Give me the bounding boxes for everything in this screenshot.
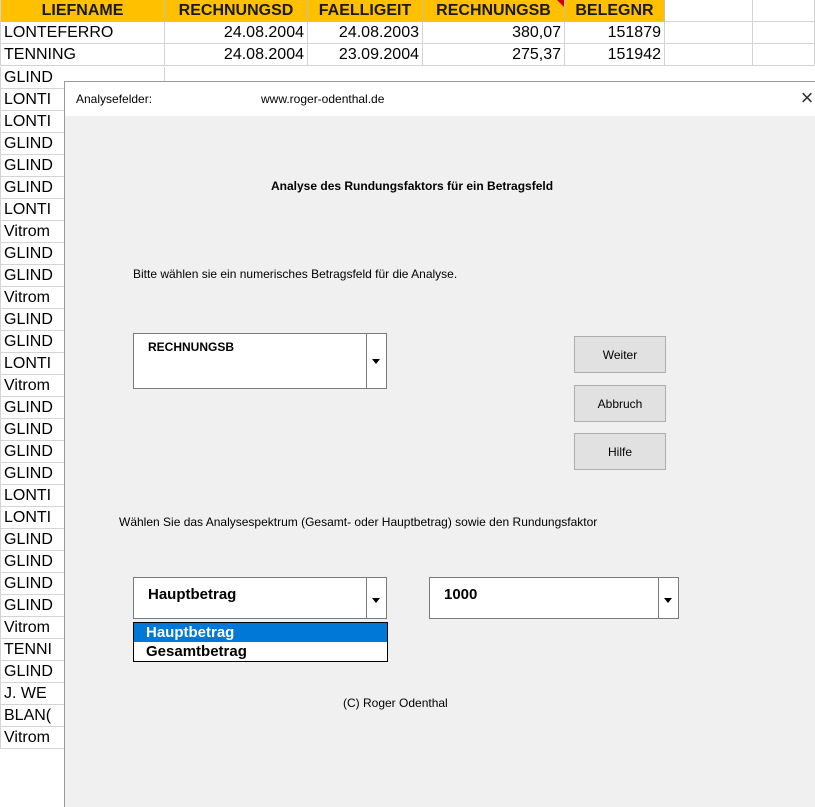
- table-cell[interactable]: [753, 44, 815, 66]
- dialog-titlebar[interactable]: Analysefelder: www.roger-odenthal.de ×: [65, 82, 815, 116]
- table-cell[interactable]: 151879: [565, 22, 665, 44]
- table-cell[interactable]: 24.08.2004: [165, 44, 308, 66]
- spectrum-value: Hauptbetrag: [148, 586, 237, 603]
- chevron-down-icon: [664, 598, 672, 603]
- dialog-title: Analysefelder:: [76, 92, 153, 106]
- help-button[interactable]: Hilfe: [574, 433, 666, 470]
- header-cell[interactable]: [665, 0, 753, 22]
- rounding-factor-dropdown-button[interactable]: [658, 578, 678, 618]
- next-button[interactable]: Weiter: [574, 336, 666, 373]
- cancel-button[interactable]: Abbruch: [574, 385, 666, 422]
- spectrum-select[interactable]: Hauptbetrag: [133, 577, 387, 619]
- dialog-url: www.roger-odenthal.de: [261, 92, 385, 106]
- table-cell[interactable]: 24.08.2004: [165, 22, 308, 44]
- spectrum-instruction: Wählen Sie das Analysespektrum (Gesamt- …: [119, 515, 598, 529]
- table-cell[interactable]: [665, 44, 753, 66]
- chevron-down-icon: [372, 598, 380, 603]
- header-cell[interactable]: BELEGNR: [565, 0, 665, 22]
- header-cell[interactable]: FAELLIGEIT: [308, 0, 423, 22]
- analysis-dialog: Analysefelder: www.roger-odenthal.de × A…: [64, 81, 815, 807]
- header-cell[interactable]: RECHNUNGSB: [423, 0, 565, 22]
- rounding-factor-value: 1000: [444, 586, 478, 603]
- dropdown-option-hauptbetrag[interactable]: Hauptbetrag: [134, 623, 387, 642]
- header-cell[interactable]: RECHNUNGSD: [165, 0, 308, 22]
- field-instruction: Bitte wählen sie ein numerisches Betrags…: [133, 267, 458, 281]
- spectrum-dropdown-list: Hauptbetrag Gesamtbetrag: [133, 622, 388, 662]
- table-cell[interactable]: 151942: [565, 44, 665, 66]
- rounding-factor-select[interactable]: 1000: [429, 577, 679, 619]
- dropdown-option-gesamtbetrag[interactable]: Gesamtbetrag: [134, 642, 387, 661]
- table-cell[interactable]: [753, 22, 815, 44]
- table-cell[interactable]: 23.09.2004: [308, 44, 423, 66]
- dialog-heading: Analyse des Rundungsfaktors für ein Betr…: [271, 179, 554, 193]
- spectrum-dropdown-button[interactable]: [366, 578, 386, 618]
- header-cell[interactable]: LIEFNAME: [0, 0, 165, 22]
- amount-field-dropdown-button[interactable]: [366, 334, 386, 388]
- amount-field-value: RECHNUNGSB: [148, 340, 235, 354]
- table-cell[interactable]: TENNING: [0, 44, 165, 66]
- chevron-down-icon: [372, 359, 380, 364]
- table-cell[interactable]: [665, 22, 753, 44]
- comment-indicator-icon: [557, 0, 564, 7]
- table-cell[interactable]: 275,37: [423, 44, 565, 66]
- table-cell[interactable]: LONTEFERRO: [0, 22, 165, 44]
- close-icon[interactable]: ×: [798, 86, 815, 110]
- table-cell[interactable]: 380,07: [423, 22, 565, 44]
- amount-field-select[interactable]: RECHNUNGSB: [133, 333, 387, 389]
- copyright-footer: (C) Roger Odenthal: [343, 696, 448, 710]
- header-cell[interactable]: [753, 0, 815, 22]
- table-cell[interactable]: 24.08.2003: [308, 22, 423, 44]
